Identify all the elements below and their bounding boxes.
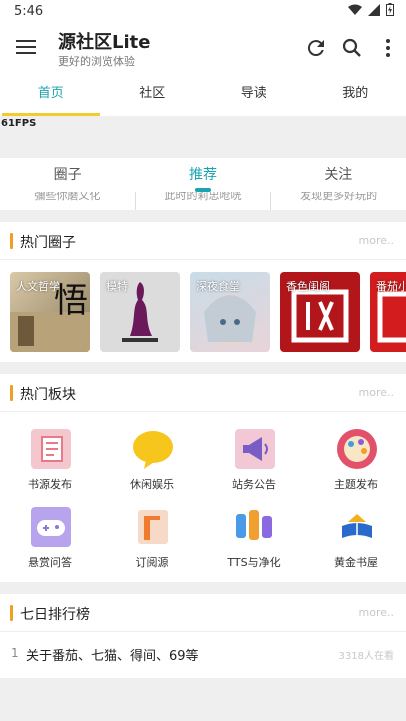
book-source-icon <box>31 429 71 469</box>
subtab-desc: 彌些你磨乂化 <box>0 192 136 210</box>
section-accent-bar <box>10 605 13 621</box>
board-item[interactable]: 书源发布 <box>0 418 100 494</box>
battery-icon <box>386 3 394 16</box>
circle-label: 深夜食堂 <box>196 280 240 293</box>
board-label: 悬赏问答 <box>28 556 72 569</box>
circle-label: 模特 <box>106 280 128 293</box>
section-accent-bar <box>10 233 13 249</box>
hot-boards-section: 热门板块 more.. 书源发布 休闲娱乐 站务公告 主题发布 悬赏问答 订阅源 <box>0 374 406 582</box>
circle-card[interactable]: 模特 <box>100 272 180 352</box>
board-item[interactable]: 悬赏问答 <box>0 496 100 572</box>
circle-card[interactable]: 香色闺阁 <box>280 272 360 352</box>
search-icon[interactable] <box>340 36 364 60</box>
book-house-icon <box>342 514 372 538</box>
more-vert-icon[interactable] <box>376 36 400 60</box>
board-item[interactable]: 黄金书屋 <box>306 496 406 572</box>
board-label: 站务公告 <box>232 478 276 491</box>
app-title: 源社区Lite <box>58 32 151 53</box>
section-header: 七日排行榜 more.. <box>0 594 406 632</box>
section-title: 热门圈子 <box>20 235 76 251</box>
circle-label: 人文哲学 <box>16 280 60 293</box>
subtab-descriptions: 彌些你磨乂化 此时的莉忠呛咣 发现更多好玩的 <box>0 192 406 210</box>
more-link[interactable]: more.. <box>359 606 395 619</box>
tab-community[interactable]: 社区 <box>102 76 204 116</box>
circle-label: 番茄小 <box>376 280 406 293</box>
subtab-desc: 发现更多好玩的 <box>300 192 378 202</box>
subtab-follow[interactable]: 关注 <box>271 158 406 192</box>
rank-views: 3318人在看 <box>338 651 394 662</box>
board-label: 黄金书屋 <box>334 556 378 569</box>
circle-card[interactable]: 深夜食堂 <box>190 272 270 352</box>
rank-title: 关于番茄、七猫、得间、69等 <box>26 649 199 664</box>
section-title: 热门板块 <box>20 387 76 403</box>
tab-home[interactable]: 首页 <box>0 76 102 116</box>
subtab-recommend[interactable]: 推荐 <box>135 158 270 192</box>
more-link[interactable]: more.. <box>359 386 395 399</box>
status-bar: 5:46 <box>0 0 406 24</box>
palette-icon <box>337 429 377 469</box>
rank-row[interactable]: 1 关于番茄、七猫、得间、69等 3318人在看 <box>0 634 406 674</box>
signal-icon <box>368 3 380 16</box>
subtab-desc: 此时的莉忠呛咣 <box>136 192 272 210</box>
weekly-rank-section: 七日排行榜 more.. 1 关于番茄、七猫、得间、69等 3318人在看 <box>0 594 406 678</box>
board-item[interactable]: 休闲娱乐 <box>102 418 202 494</box>
tab-mine[interactable]: 我的 <box>305 76 406 116</box>
section-header: 热门板块 more.. <box>0 374 406 412</box>
board-label: 主题发布 <box>334 478 378 491</box>
board-item[interactable]: 站务公告 <box>204 418 304 494</box>
circle-card[interactable]: 番茄小 <box>370 272 406 352</box>
app-bar: 源社区Lite 更好的浏览体验 <box>0 24 406 76</box>
circle-label: 香色闺阁 <box>286 280 330 293</box>
app-subtitle: 更好的浏览体验 <box>58 55 135 68</box>
circle-card[interactable]: 悟 人文哲学 <box>10 272 90 352</box>
refresh-icon[interactable] <box>304 36 328 60</box>
subtab-circles[interactable]: 圈子 <box>0 158 135 192</box>
rank-number: 1 <box>11 646 19 660</box>
megaphone-icon <box>235 429 275 469</box>
tts-icon <box>236 510 272 540</box>
sub-tabs: 圈子 推荐 关注 彌些你磨乂化 此时的莉忠呛咣 发现更多好玩的 <box>0 158 406 210</box>
board-item[interactable]: TTS与净化 <box>204 496 304 572</box>
fps-counter: 61FPS <box>1 118 37 129</box>
section-accent-bar <box>10 385 13 401</box>
wifi-icon <box>348 4 362 15</box>
section-header: 热门圈子 more.. <box>0 222 406 260</box>
gamepad-icon <box>31 507 71 547</box>
section-title: 七日排行榜 <box>20 607 90 623</box>
circle-carousel[interactable]: 悟 人文哲学 模特 深夜食堂 香色闺阁 番茄小 <box>0 264 406 354</box>
board-label: 书源发布 <box>28 478 72 491</box>
board-item[interactable]: 订阅源 <box>102 496 202 572</box>
status-time: 5:46 <box>14 4 44 19</box>
board-item[interactable]: 主题发布 <box>306 418 406 494</box>
board-label: 休闲娱乐 <box>130 478 174 491</box>
more-link[interactable]: more.. <box>359 234 395 247</box>
system-icons <box>348 3 394 16</box>
board-label: TTS与净化 <box>227 556 281 569</box>
tab-guide[interactable]: 导读 <box>203 76 305 116</box>
top-tabs: 首页 社区 导读 我的 <box>0 76 406 116</box>
menu-icon[interactable] <box>16 40 36 56</box>
chat-bubble-icon <box>133 431 173 469</box>
hot-circles-section: 热门圈子 more.. 悟 人文哲学 模特 深夜食堂 香色闺阁 番茄小 <box>0 222 406 362</box>
board-label: 订阅源 <box>135 556 169 569</box>
rss-icon <box>138 510 168 544</box>
